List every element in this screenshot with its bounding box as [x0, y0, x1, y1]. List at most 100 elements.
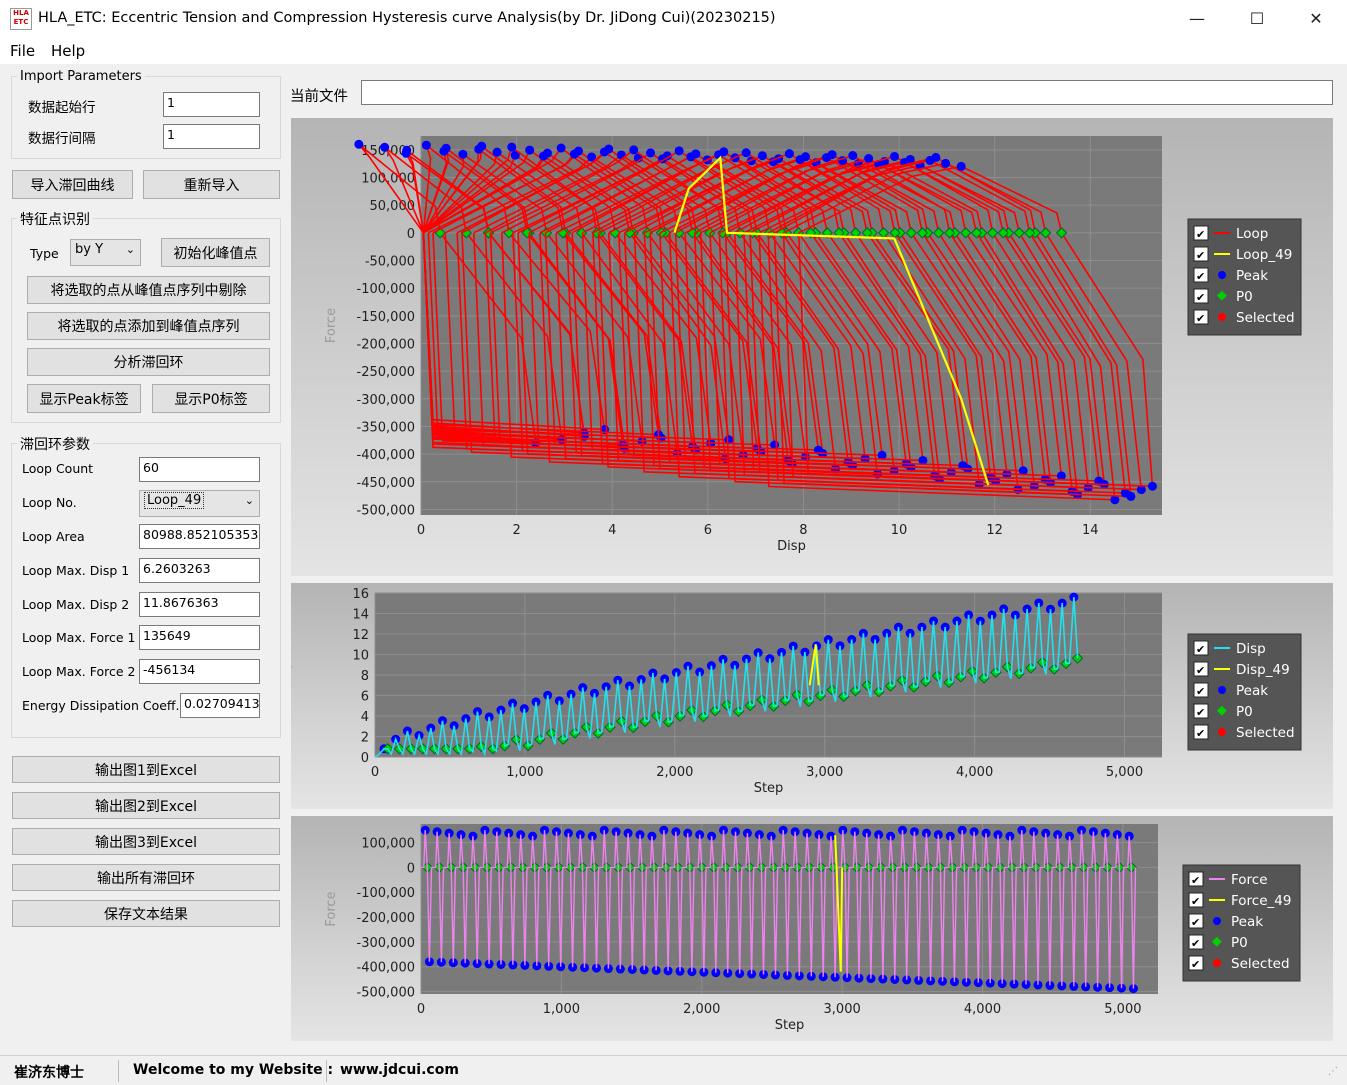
energy-coeff-field[interactable]: 0.02709413	[180, 693, 260, 718]
max-disp-2-field[interactable]: 11.8676363	[139, 592, 260, 617]
y-tick-label: 0	[407, 227, 415, 242]
export-fig1-button[interactable]: 输出图1到Excel	[12, 756, 280, 783]
y-tick-label: -50,000	[365, 254, 415, 269]
current-file-label: 当前文件	[290, 89, 348, 105]
max-disp-1-label: Loop Max. Disp 1	[22, 563, 130, 578]
y-tick-label: 0	[361, 751, 369, 766]
x-tick-label: 1,000	[506, 765, 543, 780]
menu-help[interactable]: Help	[51, 42, 85, 60]
window-title: HLA_ETC: Eccentric Tension and Compressi…	[38, 10, 776, 26]
y-tick-label: 14	[352, 608, 369, 623]
status-welcome: Welcome to my Website :	[133, 1062, 334, 1078]
chevron-down-icon: ⌄	[244, 494, 254, 507]
y-tick-label: -300,000	[357, 936, 415, 951]
add-selected-button[interactable]: 将选取的点添加到峰值点序列	[27, 312, 270, 340]
legend-label: Force_49	[1231, 893, 1291, 909]
y-tick-label: -300,000	[357, 393, 415, 408]
y-tick-label: -400,000	[357, 448, 415, 463]
force-step-chart[interactable]: 0 1,000 2,000 3,000 4,000 5,000 100,000 0 -100,0…	[291, 816, 1333, 1041]
check-icon: ✔	[1196, 664, 1205, 677]
legend-label: Peak	[1236, 683, 1268, 699]
loop-params-title: 滞回环参数	[17, 434, 93, 454]
status-site-link[interactable]: www.jdcui.com	[340, 1062, 459, 1078]
check-icon: ✔	[1191, 937, 1200, 950]
reimport-button[interactable]: 重新导入	[143, 170, 280, 199]
peak-point	[941, 158, 951, 168]
peak-point	[380, 142, 390, 152]
export-all-loops-button[interactable]: 输出所有滞回环	[12, 864, 280, 891]
legend-label: Selected	[1231, 956, 1290, 972]
export-fig3-button[interactable]: 输出图3到Excel	[12, 828, 280, 855]
start-row-label: 数据起始行	[28, 100, 96, 116]
disp-step-chart[interactable]: 0 1,000 2,000 3,000 4,000 5,000 16 14 12 10 8 6 4 2 0 S…	[278, 583, 1333, 809]
loop-area-field[interactable]: 80988.852105353	[139, 524, 260, 549]
menu-file[interactable]: File	[10, 42, 35, 60]
y-tick-label: -250,000	[357, 365, 415, 380]
max-disp-1-field[interactable]: 6.2603263	[139, 558, 260, 583]
peak-point	[569, 149, 579, 159]
max-disp-2-label: Loop Max. Disp 2	[22, 597, 130, 612]
x-tick-label: 0	[417, 523, 425, 538]
show-peak-label-button[interactable]: 显示Peak标签	[27, 384, 141, 413]
y-tick-label: -200,000	[357, 911, 415, 926]
peak-point	[848, 151, 858, 161]
y-tick-label: 12	[352, 628, 369, 643]
loop-area-label: Loop Area	[22, 529, 85, 544]
y-tick-label: 4	[361, 710, 369, 725]
save-text-button[interactable]: 保存文本结果	[12, 900, 280, 927]
analyze-button[interactable]: 分析滞回环	[27, 348, 270, 376]
x-tick-label: 12	[986, 523, 1003, 538]
peak-point	[439, 146, 449, 156]
loop-count-field[interactable]: 60	[139, 457, 260, 482]
peak-point	[757, 151, 767, 161]
peak-point	[599, 147, 609, 157]
y-tick-label: 16	[352, 587, 369, 602]
x-tick-label: 4,000	[956, 765, 993, 780]
x-tick-label: 0	[371, 765, 379, 780]
chevron-down-icon: ⌄	[125, 243, 135, 256]
peak-point	[421, 140, 431, 150]
minimize-button[interactable]: —	[1182, 6, 1212, 32]
legend-label: Peak	[1231, 914, 1263, 930]
remove-selected-button[interactable]: 将选取的点从峰值点序列中剔除	[27, 276, 270, 304]
close-button[interactable]: ✕	[1301, 6, 1331, 32]
max-force-1-label: Loop Max. Force 1	[22, 630, 136, 645]
init-peak-button[interactable]: 初始化峰值点	[161, 238, 270, 267]
max-force-1-field[interactable]: 135649	[139, 625, 260, 650]
hysteresis-chart[interactable]: 0 2 4 6 8 10 12 14150,000100,00050,0000-50,000-…	[291, 118, 1333, 576]
check-icon: ✔	[1191, 916, 1200, 929]
title-bar: HLA ETC HLA_ETC: Eccentric Tension and C…	[0, 0, 1347, 38]
type-label: Type	[30, 246, 59, 261]
max-force-2-field[interactable]: -456134	[139, 659, 260, 684]
interval-input[interactable]: 1	[163, 124, 260, 149]
legend-label: Loop	[1236, 226, 1268, 242]
x-tick-label: 2,000	[656, 765, 693, 780]
status-author: 崔济东博士	[14, 1065, 84, 1081]
type-select-value: by Y	[75, 242, 104, 257]
current-file-input[interactable]	[361, 80, 1333, 105]
peak-point	[795, 155, 805, 165]
legend-label: Selected	[1236, 310, 1295, 326]
peak-point	[354, 139, 364, 149]
y-tick-label: -150,000	[357, 310, 415, 325]
legend-marker	[1218, 271, 1226, 279]
legend-label: Peak	[1236, 268, 1268, 284]
start-row-input[interactable]: 1	[163, 92, 260, 117]
resize-grip-icon[interactable]: ⋰	[1328, 1066, 1338, 1077]
maximize-button[interactable]: ☐	[1242, 6, 1272, 32]
x-tick-label: 3,000	[806, 765, 843, 780]
check-icon: ✔	[1196, 270, 1205, 283]
import-curve-button[interactable]: 导入滞回曲线	[12, 170, 133, 199]
peak-point	[674, 146, 684, 156]
legend-marker	[1218, 686, 1226, 694]
export-fig2-button[interactable]: 输出图2到Excel	[12, 792, 280, 819]
show-p0-label-button[interactable]: 显示P0标签	[152, 384, 270, 413]
y-tick-label: 6	[361, 690, 369, 705]
x-tick-label: 2,000	[683, 1002, 720, 1017]
type-select[interactable]: by Y ⌄	[70, 239, 141, 266]
x-tick-label: 3,000	[824, 1002, 861, 1017]
loop-no-select[interactable]: Loop_49 ⌄	[139, 490, 260, 517]
y-tick-label: -200,000	[357, 337, 415, 352]
y-axis-label: Force	[324, 308, 339, 343]
menu-bar: File Help	[0, 38, 1347, 64]
